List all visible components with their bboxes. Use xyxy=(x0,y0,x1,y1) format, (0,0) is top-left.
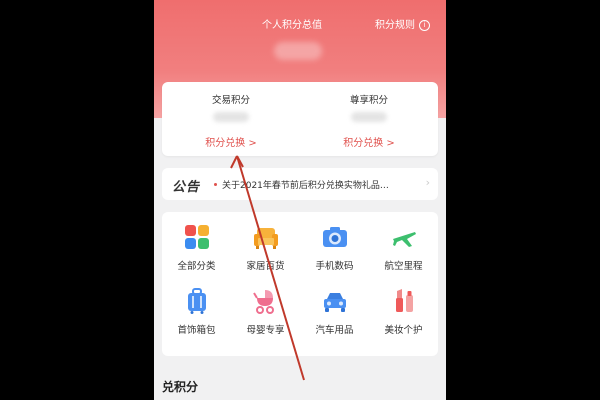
cosmetics-icon xyxy=(396,289,413,312)
total-points-value-blurred xyxy=(274,42,322,60)
trade-points-column: 交易积分 积分兑换 > xyxy=(162,82,300,156)
points-rule-link[interactable]: 积分规则 i xyxy=(375,16,430,31)
category-label: 首饰箱包 xyxy=(177,325,216,336)
notice-bar[interactable]: 公告 关于2021年春节前后积分兑换实物礼品… › xyxy=(162,168,438,200)
category-label: 全部分类 xyxy=(177,261,216,272)
category-label: 母婴专享 xyxy=(246,325,285,336)
category-label: 汽车用品 xyxy=(315,325,354,336)
chevron-right-icon: › xyxy=(425,176,430,189)
category-auto[interactable]: 汽车用品 xyxy=(300,288,369,348)
category-baby[interactable]: 母婴专享 xyxy=(231,288,300,348)
stroller-icon xyxy=(253,290,274,314)
category-label: 手机数码 xyxy=(315,261,354,272)
section-title: 兑积分 xyxy=(162,380,199,394)
premium-points-label: 尊享积分 xyxy=(349,95,388,106)
category-airline[interactable]: 航空里程 xyxy=(369,224,438,284)
category-beauty[interactable]: 美妆个护 xyxy=(369,288,438,348)
category-grid: 全部分类 家居百货 手机数码 航空里程 首饰箱包 母婴专享 汽车用品 美妆个护 xyxy=(162,212,438,356)
premium-points-exchange-link[interactable]: 积分兑换 > xyxy=(300,134,438,149)
grid-icon xyxy=(185,225,209,249)
points-card: 交易积分 积分兑换 > 尊享积分 积分兑换 > xyxy=(162,82,438,156)
category-label: 航空里程 xyxy=(384,261,423,272)
premium-points-value-blurred xyxy=(351,112,387,122)
header-title: 个人积分总值 xyxy=(262,20,322,31)
notice-dot-icon xyxy=(214,183,217,186)
info-icon: i xyxy=(419,19,430,31)
category-all[interactable]: 全部分类 xyxy=(162,224,231,284)
app-screen: 个人积分总值 积分规则 i 交易积分 积分兑换 > 尊享积分 积分兑换 > 公告 … xyxy=(154,0,446,400)
trade-points-value-blurred xyxy=(213,112,249,122)
trade-points-label: 交易积分 xyxy=(211,95,250,106)
sofa-icon xyxy=(254,228,278,249)
category-digital[interactable]: 手机数码 xyxy=(300,224,369,284)
trade-points-exchange-link[interactable]: 积分兑换 > xyxy=(162,134,300,149)
notice-tag: 公告 xyxy=(172,180,201,195)
airplane-icon xyxy=(393,232,416,247)
category-jewelry-bags[interactable]: 首饰箱包 xyxy=(162,288,231,348)
points-rule-label: 积分规则 xyxy=(375,20,415,31)
camera-icon xyxy=(323,227,347,247)
luggage-icon xyxy=(188,288,206,314)
category-label: 家居百货 xyxy=(246,261,285,272)
premium-points-column: 尊享积分 积分兑换 > xyxy=(300,82,438,156)
category-label: 美妆个护 xyxy=(384,325,423,336)
notice-text: 关于2021年春节前后积分兑换实物礼品… xyxy=(222,181,389,191)
car-icon xyxy=(324,293,346,312)
category-home[interactable]: 家居百货 xyxy=(231,224,300,284)
